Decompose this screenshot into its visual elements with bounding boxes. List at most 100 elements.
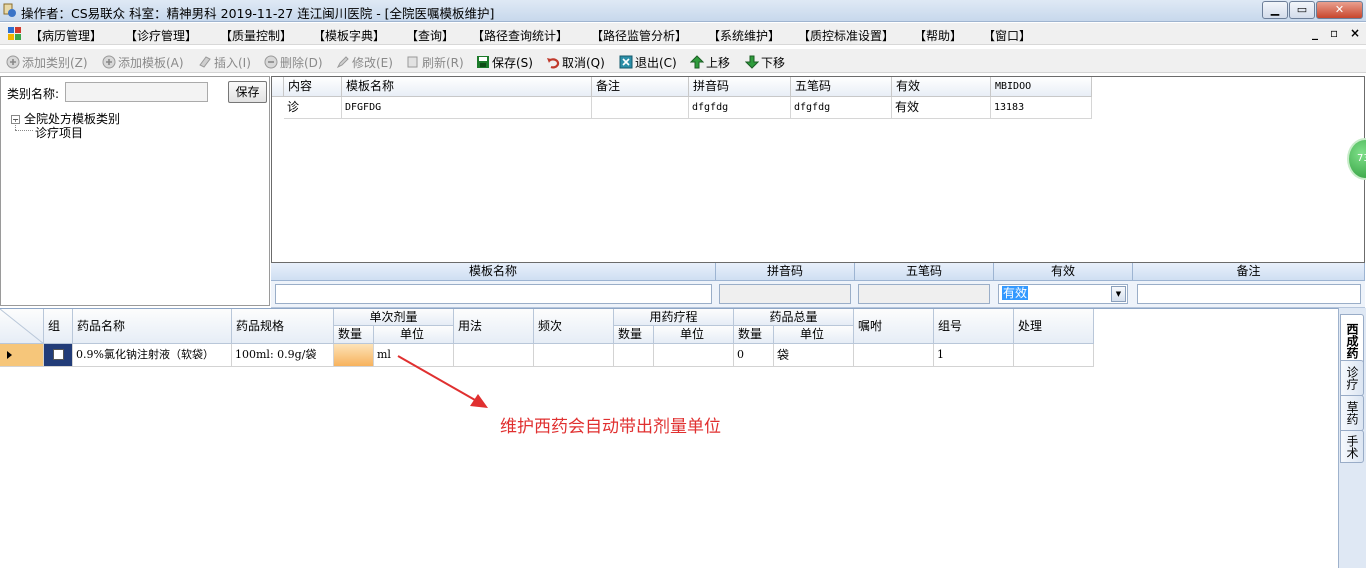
col-content[interactable]: 内容 xyxy=(284,77,342,97)
tab-surgery[interactable]: 手术 xyxy=(1340,430,1364,463)
menu-path-query-stats[interactable]: 【路径查询统计】 xyxy=(472,27,568,44)
save-button[interactable]: 保存(S) xyxy=(476,53,533,71)
menu-system-maintenance[interactable]: 【系统维护】 xyxy=(708,27,780,44)
group-checkbox-cell[interactable] xyxy=(44,344,73,367)
maximize-button[interactable]: ▭ xyxy=(1289,1,1315,19)
cell-id[interactable]: 13183 xyxy=(991,97,1092,119)
note-input[interactable] xyxy=(1137,284,1361,304)
move-up-button[interactable]: 上移 xyxy=(690,53,730,71)
category-panel: 类别名称: 保存 − 全院处方模板类别 诊疗项目 xyxy=(0,76,270,306)
exit-label: 退出(C) xyxy=(635,55,677,70)
cell-group-no[interactable]: 1 xyxy=(934,344,1014,367)
menu-help[interactable]: 【帮助】 xyxy=(914,27,962,44)
tab-diagnosis[interactable]: 诊疗 xyxy=(1340,360,1364,396)
edit-header-valid: 有效 xyxy=(994,263,1133,281)
cancel-button[interactable]: 取消(Q) xyxy=(546,53,605,71)
col-group[interactable]: 组 xyxy=(44,309,73,344)
exit-icon xyxy=(619,55,633,69)
col-usage[interactable]: 用法 xyxy=(454,309,534,344)
refresh-button[interactable]: 刷新(R) xyxy=(406,53,464,71)
cell-drug-name[interactable]: 0.9%氯化钠注射液（软袋） xyxy=(73,344,232,367)
close-button[interactable]: ✕ xyxy=(1316,1,1363,19)
cell-total-unit[interactable]: 袋 xyxy=(774,344,854,367)
wubi-input[interactable] xyxy=(858,284,990,304)
tab-herbal[interactable]: 草药 xyxy=(1340,395,1364,431)
col-course-qty[interactable]: 数量 xyxy=(614,326,654,344)
col-id[interactable]: MBIDOO xyxy=(991,77,1092,97)
mdi-minimize-button[interactable]: _ xyxy=(1312,26,1318,40)
cell-content[interactable]: 诊 xyxy=(284,97,342,119)
cell-dose-qty[interactable] xyxy=(334,344,374,367)
menu-diagnosis[interactable]: 【诊疗管理】 xyxy=(125,27,197,44)
add-template-button[interactable]: 添加模板(A) xyxy=(102,53,184,71)
menu-quality-control[interactable]: 【质量控制】 xyxy=(220,27,292,44)
edit-header-name: 模板名称 xyxy=(271,263,716,281)
window-title: 操作者：CS易联众 科室：精神男科 2019-11-27 连江闽川医院 - [全… xyxy=(21,6,495,21)
side-tab-strip: 西成药 诊疗 草药 手术 xyxy=(1338,308,1366,568)
tree-node-diagnosis-items[interactable]: 诊疗项目 xyxy=(35,124,83,141)
modify-button[interactable]: 修改(E) xyxy=(336,53,393,71)
col-total-unit[interactable]: 单位 xyxy=(774,326,854,344)
group-checkbox[interactable] xyxy=(53,349,64,360)
cell-course-qty[interactable] xyxy=(614,344,654,367)
cell-advice[interactable] xyxy=(854,344,934,367)
col-note[interactable]: 备注 xyxy=(592,77,689,97)
menu-qc-standard[interactable]: 【质控标准设置】 xyxy=(798,27,894,44)
cell-course-unit[interactable] xyxy=(654,344,734,367)
menu-path-supervision[interactable]: 【路径监管分析】 xyxy=(591,27,687,44)
menu-template-dict[interactable]: 【模板字典】 xyxy=(313,27,385,44)
tree-connector xyxy=(15,120,16,130)
add-category-button[interactable]: 添加类别(Z) xyxy=(6,53,88,71)
cell-template-name[interactable]: DFGFDG xyxy=(342,97,592,119)
col-template-name[interactable]: 模板名称 xyxy=(342,77,592,97)
insert-button[interactable]: 插入(I) xyxy=(198,53,251,71)
pinyin-input[interactable] xyxy=(719,284,851,304)
col-handling[interactable]: 处理 xyxy=(1014,309,1094,344)
corner-diagonal-icon xyxy=(0,308,45,345)
category-name-input[interactable] xyxy=(65,82,208,102)
cell-pinyin[interactable]: dfgfdg xyxy=(689,97,791,119)
col-dose-unit[interactable]: 单位 xyxy=(374,326,454,344)
valid-select[interactable]: 有效 ▼ xyxy=(998,284,1128,304)
cell-wubi[interactable]: dfgfdg xyxy=(791,97,892,119)
mdi-close-button[interactable]: × xyxy=(1350,26,1360,40)
move-down-button[interactable]: 下移 xyxy=(745,53,785,71)
mdi-restore-button[interactable]: ▫ xyxy=(1330,26,1338,40)
template-name-input[interactable] xyxy=(275,284,712,304)
col-course-unit[interactable]: 单位 xyxy=(654,326,734,344)
mdi-window-icon[interactable] xyxy=(8,27,22,40)
grid-corner xyxy=(272,77,284,97)
minimize-button[interactable]: ▁ xyxy=(1262,1,1288,19)
exit-button[interactable]: 退出(C) xyxy=(619,53,677,71)
row-indicator[interactable] xyxy=(0,344,44,367)
category-name-label: 类别名称: xyxy=(7,87,60,101)
cell-total-qty[interactable]: 0 xyxy=(734,344,774,367)
cell-frequency[interactable] xyxy=(534,344,614,367)
col-single-dose[interactable]: 单次剂量 xyxy=(334,309,454,326)
menu-query[interactable]: 【查询】 xyxy=(406,27,454,44)
delete-button[interactable]: 删除(D) xyxy=(264,53,323,71)
col-advice[interactable]: 嘱咐 xyxy=(854,309,934,344)
menu-window[interactable]: 【窗口】 xyxy=(983,27,1031,44)
col-wubi[interactable]: 五笔码 xyxy=(791,77,892,97)
col-total-qty[interactable]: 数量 xyxy=(734,326,774,344)
cell-valid[interactable]: 有效 xyxy=(892,97,991,119)
col-course[interactable]: 用药疗程 xyxy=(614,309,734,326)
add-circle-icon xyxy=(6,55,20,69)
col-frequency[interactable]: 频次 xyxy=(534,309,614,344)
col-drug-name[interactable]: 药品名称 xyxy=(73,309,232,344)
col-drug-spec[interactable]: 药品规格 xyxy=(232,309,334,344)
col-dose-qty[interactable]: 数量 xyxy=(334,326,374,344)
col-total[interactable]: 药品总量 xyxy=(734,309,854,326)
chevron-down-icon[interactable]: ▼ xyxy=(1111,286,1126,302)
cell-drug-spec[interactable]: 100ml: 0.9g/袋 xyxy=(232,344,334,367)
col-group-no[interactable]: 组号 xyxy=(934,309,1014,344)
cell-note[interactable] xyxy=(592,97,689,119)
minus-circle-icon xyxy=(264,55,278,69)
col-valid[interactable]: 有效 xyxy=(892,77,991,97)
category-save-button[interactable]: 保存 xyxy=(228,81,267,103)
col-pinyin[interactable]: 拼音码 xyxy=(689,77,791,97)
menu-medical-record[interactable]: 【病历管理】 xyxy=(30,27,102,44)
cell-handling[interactable] xyxy=(1014,344,1094,367)
toolbar: 添加类别(Z) 添加模板(A) 插入(I) 删除(D) 修改(E) 刷新(R) … xyxy=(0,49,1366,73)
